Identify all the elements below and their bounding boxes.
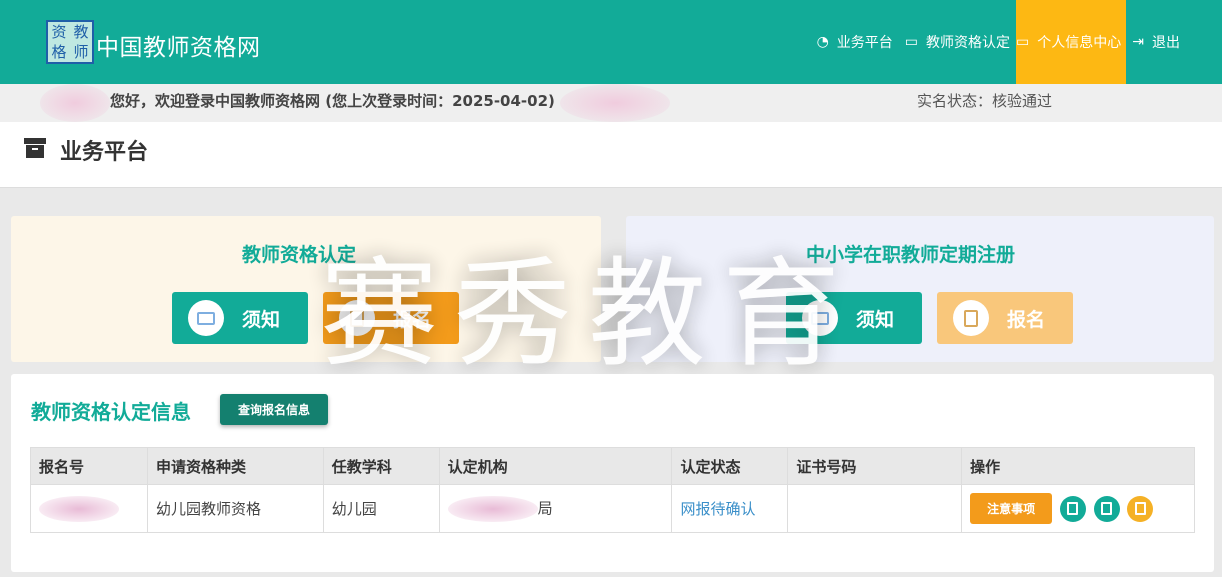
column-header: 申请资格种类: [146, 447, 324, 485]
certification-info-card: 教师资格认定信息 查询报名信息 报名号 申请资格种类 任教学科 认定机构 认定状…: [11, 374, 1214, 572]
button-label: 报名: [393, 308, 432, 331]
query-signup-info-button[interactable]: 查询报名信息: [220, 394, 328, 425]
nav-label: 业务平台: [836, 35, 893, 51]
id-card-icon: [802, 300, 838, 336]
nav-business-platform[interactable]: ◔ 业务平台: [811, 0, 899, 84]
nav-logout[interactable]: ⇥ 退出: [1126, 0, 1222, 84]
welcome-bar: 您好，欢迎登录中国教师资格网 (您上次登录时间：2025-04-02) 实名状态…: [0, 84, 1222, 122]
archive-icon: [24, 138, 46, 158]
laptop-icon: ▭: [1016, 34, 1030, 50]
laptop-icon: ▭: [904, 34, 919, 50]
certification-signup-button[interactable]: 报名: [323, 292, 459, 344]
nav-personal-center[interactable]: ▭ 个人信息中心: [1016, 0, 1127, 84]
welcome-message: 您好，欢迎登录中国教师资格网 (您上次登录时间：2025-04-02): [110, 92, 555, 110]
button-label: 报名: [1007, 308, 1046, 331]
nav-label: 个人信息中心: [1037, 35, 1122, 51]
top-header: 资 教 格 师 中国教师资格网 ◔ 业务平台 ▭ 教师资格认定 ▭ 个人信息中心…: [0, 0, 1222, 84]
certification-table: 报名号 申请资格种类 任教学科 认定机构 认定状态 证书号码 操作 幼儿园教师资…: [30, 447, 1195, 533]
top-nav: ◔ 业务平台 ▭ 教师资格认定 ▭ 个人信息中心 ⇥ 退出: [811, 0, 1222, 84]
nav-label: 退出: [1152, 35, 1180, 51]
page-header: 业务平台: [0, 122, 1222, 188]
agency-suffix: 局: [537, 499, 553, 517]
clipboard-icon: [339, 300, 375, 336]
column-header: 任教学科: [322, 447, 440, 485]
agency-cell: 局: [438, 484, 673, 533]
registration-notice-button[interactable]: 须知: [786, 292, 922, 344]
panel-periodic-registration: 中小学在职教师定期注册 须知 报名: [626, 216, 1214, 362]
subject-cell: 幼儿园: [322, 484, 440, 533]
table-header-row: 报名号 申请资格种类 任教学科 认定机构 认定状态 证书号码 操作: [30, 447, 1195, 485]
column-header: 认定机构: [438, 447, 673, 485]
button-label: 须知: [242, 308, 281, 331]
panel-title: 教师资格认定: [242, 244, 357, 266]
page-title: 业务平台: [60, 140, 149, 165]
actions-cell: 注意事项: [961, 484, 1195, 533]
logo-char: 资: [51, 22, 67, 41]
logo-char: 师: [73, 42, 89, 61]
section-title: 教师资格认定信息: [31, 400, 191, 424]
panel-teacher-certification: 教师资格认定 须知 报名: [11, 216, 601, 362]
id-card-icon: [188, 300, 224, 336]
certificate-cell: [787, 484, 963, 533]
redacted-blur: [447, 495, 538, 522]
registration-number-cell: [30, 484, 148, 533]
column-header: 证书号码: [787, 447, 963, 485]
form-document-icon[interactable]: [1127, 495, 1154, 522]
notice-button[interactable]: 注意事项: [970, 493, 1053, 524]
qualification-cell: 幼儿园教师资格: [146, 484, 324, 533]
site-title[interactable]: 中国教师资格网: [96, 28, 261, 62]
site-logo[interactable]: 资 教 格 师: [46, 20, 94, 64]
view-document-icon[interactable]: [1059, 495, 1086, 522]
table-row: 幼儿园教师资格 幼儿园 局 网报待确认 注意事项: [30, 484, 1195, 533]
nav-label: 教师资格认定: [926, 35, 1011, 51]
edit-document-icon[interactable]: [1093, 495, 1120, 522]
panel-title: 中小学在职教师定期注册: [806, 244, 1016, 266]
logo-char: 教: [73, 22, 89, 41]
redacted-blur: [39, 495, 119, 522]
certification-notice-button[interactable]: 须知: [172, 292, 308, 344]
clipboard-icon: [953, 300, 989, 336]
nav-teacher-certification[interactable]: ▭ 教师资格认定: [899, 0, 1016, 84]
dashboard-icon: ◔: [816, 34, 829, 50]
real-name-status: 实名状态：核验通过: [917, 92, 1053, 110]
logout-icon: ⇥: [1132, 34, 1144, 50]
column-header: 操作: [961, 447, 1195, 485]
column-header: 认定状态: [671, 447, 789, 485]
status-cell: 网报待确认: [671, 484, 789, 533]
redacted-blur: [40, 84, 110, 122]
logo-char: 格: [51, 42, 67, 61]
column-header: 报名号: [30, 447, 148, 485]
redacted-blur: [560, 84, 670, 122]
status-link[interactable]: 网报待确认: [680, 500, 755, 518]
registration-signup-button[interactable]: 报名: [937, 292, 1073, 344]
button-label: 须知: [856, 308, 895, 331]
